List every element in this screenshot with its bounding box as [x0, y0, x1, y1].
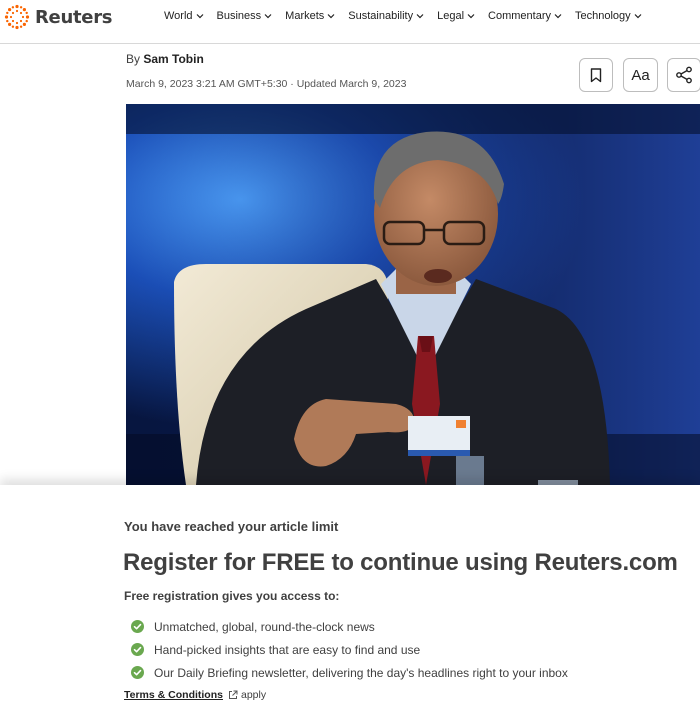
nav-label: Legal	[437, 10, 465, 22]
check-circle-icon	[131, 666, 144, 679]
nav-label: World	[164, 10, 193, 22]
logo-text: Reuters	[35, 6, 113, 28]
benefit-text: Unmatched, global, round-the-clock news	[154, 619, 375, 634]
article-limit-notice: You have reached your article limit	[124, 519, 339, 534]
chevron-down-icon	[467, 14, 475, 19]
byline-prefix: By	[126, 52, 141, 66]
nav-label: Business	[216, 10, 262, 22]
check-circle-icon	[131, 620, 144, 633]
registration-paywall: You have reached your article limit Regi…	[0, 485, 700, 708]
terms-notice: Terms & Conditions apply	[124, 689, 266, 701]
dateline: March 9, 2023 3:21 AM GMT+5:30 · Updated…	[126, 78, 407, 90]
chevron-down-icon	[554, 14, 562, 19]
nav-label: Commentary	[488, 10, 552, 22]
nav-markets[interactable]: Markets	[285, 10, 335, 22]
share-button[interactable]	[667, 58, 700, 92]
paywall-subtitle: Free registration gives you access to:	[124, 589, 340, 603]
article-photo	[126, 104, 700, 485]
terms-suffix: apply	[240, 689, 267, 701]
reuters-logo[interactable]: Reuters	[4, 4, 112, 30]
nav-label: Sustainability	[348, 10, 414, 22]
terms-conditions-link[interactable]: Terms & Conditions	[124, 689, 223, 701]
chevron-down-icon	[264, 14, 272, 19]
list-item: Hand-picked insights that are easy to fi…	[131, 638, 568, 661]
nav-technology[interactable]: Technology	[575, 10, 642, 22]
nav-label: Markets	[285, 10, 325, 22]
text-size-label: Aa	[631, 66, 650, 84]
byline: By Sam Tobin	[126, 52, 204, 66]
benefits-list: Unmatched, global, round-the-clock news …	[131, 615, 568, 684]
nav-legal[interactable]: Legal	[437, 10, 475, 22]
share-icon	[676, 66, 692, 84]
nav-sustainability[interactable]: Sustainability	[348, 10, 424, 22]
author-link[interactable]: Sam Tobin	[143, 52, 203, 66]
nav-world[interactable]: World	[164, 10, 204, 22]
benefit-text: Our Daily Briefing newsletter, deliverin…	[154, 665, 568, 680]
reuters-logo-icon	[4, 4, 30, 30]
nav-commentary[interactable]: Commentary	[488, 10, 562, 22]
nav-business[interactable]: Business	[217, 10, 273, 22]
site-header: Reuters World Business Markets Sustainab…	[0, 0, 700, 44]
main-nav: World Business Markets Sustainability Le…	[164, 10, 655, 22]
list-item: Unmatched, global, round-the-clock news	[131, 615, 568, 638]
bookmark-icon	[590, 67, 602, 82]
external-link-icon	[228, 690, 238, 699]
check-circle-icon	[131, 643, 144, 656]
paywall-headline: Register for FREE to continue using Reut…	[123, 549, 678, 576]
nav-label: Technology	[575, 10, 631, 22]
chevron-down-icon	[196, 14, 203, 19]
list-item: Our Daily Briefing newsletter, deliverin…	[131, 661, 568, 684]
chevron-down-icon	[634, 14, 642, 19]
text-size-button[interactable]: Aa	[623, 58, 658, 92]
chevron-down-icon	[416, 14, 424, 19]
bookmark-button[interactable]	[579, 58, 613, 92]
chevron-down-icon	[327, 14, 335, 19]
benefit-text: Hand-picked insights that are easy to fi…	[154, 642, 421, 657]
